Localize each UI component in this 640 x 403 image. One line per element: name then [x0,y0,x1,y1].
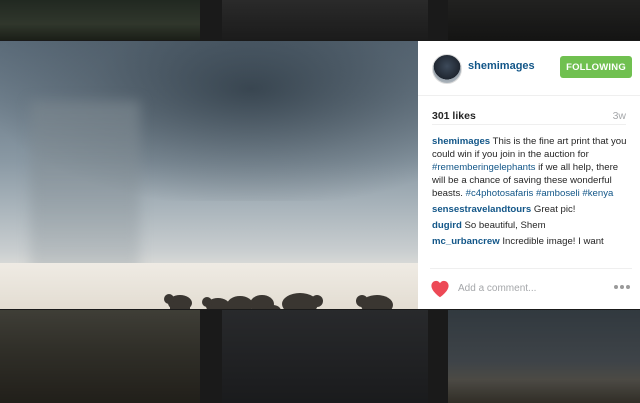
comment-username[interactable]: mc_urbancrew [432,236,500,247]
caption: shemimages This is the fine art print th… [432,135,628,200]
background-photo-tile [222,0,428,40]
stats-row: 301 likes 3w [432,96,626,125]
comment-username[interactable]: sensestravelandtours [432,204,531,215]
comment-text: So beautiful, Shem [464,220,546,231]
hashtag-link[interactable]: #rememberingelephants [432,162,535,173]
comment-text: Great pic! [533,204,576,215]
comments-list: shemimages This is the fine art print th… [418,125,640,268]
add-comment-input[interactable] [458,280,588,296]
post-sidebar: shemimages FOLLOWING 301 likes 3w shemim… [418,41,640,309]
comment-username[interactable]: shemimages [432,136,490,147]
background-photo-tile [0,0,200,40]
heart-icon[interactable] [430,280,450,298]
background-photo-tile [0,310,200,403]
add-comment-row [430,268,632,309]
background-photo-tile [448,310,640,403]
elephant-herd [164,293,393,309]
post-header: shemimages FOLLOWING [418,41,640,96]
likes-count[interactable]: 301 likes [432,110,476,122]
more-options-icon[interactable] [614,285,630,289]
post-age: 3w [612,110,626,122]
comment-username[interactable]: dugird [432,220,462,231]
comment: mc_urbancrew Incredible image! I want [432,235,628,248]
hashtag-link[interactable]: #kenya [582,188,613,199]
hashtag-link[interactable]: #amboseli [536,188,580,199]
post-modal: shemimages FOLLOWING 301 likes 3w shemim… [0,41,640,309]
hashtag-link[interactable]: #c4photosafaris [466,188,534,199]
comment: sensestravelandtours Great pic! [432,203,628,216]
avatar[interactable] [432,54,462,84]
following-button[interactable]: FOLLOWING [560,56,632,78]
background-photo-tile [222,310,428,403]
username-link[interactable]: shemimages [468,60,535,72]
comment: dugird So beautiful, Shem [432,219,628,232]
background-photo-tile [448,0,640,40]
comment-text: Incredible image! I want [502,236,604,247]
post-photo[interactable] [0,41,418,309]
